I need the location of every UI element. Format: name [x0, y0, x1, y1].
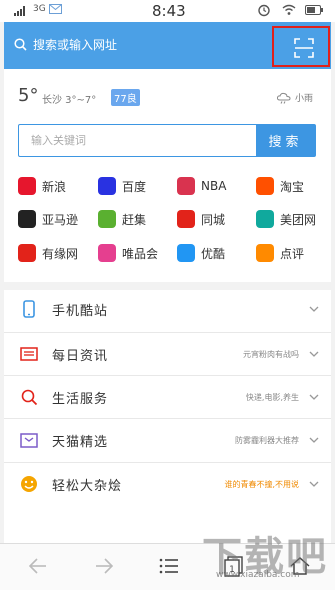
tmall-icon: [20, 433, 38, 448]
feature-row[interactable]: 天猫精选 防雾霾利器大推荐: [4, 421, 331, 459]
site-baidu[interactable]: 百度: [98, 176, 146, 196]
weather-temperature: 5°: [18, 85, 39, 106]
clock-time: 8:43: [152, 2, 186, 20]
menu-icon[interactable]: [157, 554, 181, 578]
amazon-icon: [18, 210, 36, 228]
search-box: 搜索: [18, 124, 316, 157]
site-dianping[interactable]: 点评: [256, 243, 304, 263]
network-type: 3G: [33, 4, 46, 14]
site-label: 淘宝: [280, 179, 305, 194]
feature-row-subtitle: 元宵粉肉有战吗: [243, 349, 299, 359]
weather-city-range: 长沙 3°~7°: [42, 95, 97, 106]
watermark-url: www.xiazaiba.com: [216, 570, 300, 580]
status-bar: 3G 8:43: [0, 0, 335, 22]
chevron-down-icon[interactable]: [309, 435, 319, 445]
feature-row-label: 每日资讯: [52, 348, 109, 364]
baidu-icon: [98, 177, 116, 195]
mail-icon: [49, 4, 62, 14]
scan-icon: [294, 38, 314, 58]
site-label: 有缘网: [42, 246, 79, 261]
nba-icon: [177, 177, 195, 195]
site-label: 赶集: [122, 212, 147, 227]
weather-condition-label: 小雨: [295, 94, 314, 104]
site-label: 新浪: [42, 179, 67, 194]
search-input[interactable]: [19, 125, 257, 156]
site-label: 优酷: [201, 246, 226, 261]
feature-row[interactable]: 每日资讯 元宵粉肉有战吗: [4, 335, 331, 373]
feature-row[interactable]: 生活服务 快递,电影,养生: [4, 378, 331, 416]
back-icon[interactable]: [26, 554, 50, 578]
site-meituan[interactable]: 美团网: [256, 209, 316, 229]
search-button[interactable]: 搜索: [256, 125, 315, 156]
youyuan-icon: [18, 244, 36, 262]
feature-row-label: 天猫精选: [52, 434, 109, 450]
weibo-icon: [18, 177, 36, 195]
address-search[interactable]: 搜索或输入网址: [14, 36, 117, 53]
site-58[interactable]: 同城: [177, 209, 225, 229]
smile-icon: [21, 476, 37, 492]
taobao-icon: [256, 177, 274, 195]
address-placeholder: 搜索或输入网址: [33, 38, 118, 52]
feature-row-label: 手机酷站: [52, 303, 109, 319]
section-divider: [4, 282, 331, 290]
dianping-icon: [256, 244, 274, 262]
site-label: 点评: [280, 246, 305, 261]
scan-button[interactable]: [272, 26, 330, 67]
feature-row-subtitle: 谁的青春不撞,不用说: [224, 479, 299, 489]
site-amazon[interactable]: 亚马逊: [18, 209, 78, 229]
feature-row[interactable]: 手机酷站: [4, 290, 331, 328]
site-label: 亚马逊: [42, 212, 79, 227]
chevron-down-icon[interactable]: [309, 479, 319, 489]
site-weibo[interactable]: 新浪: [18, 176, 66, 196]
forward-icon[interactable]: [92, 554, 116, 578]
phone-icon: [23, 300, 35, 318]
search-icon: [14, 38, 27, 51]
row-divider: [4, 418, 331, 419]
site-ganji[interactable]: 赶集: [98, 209, 146, 229]
feature-row-label: 生活服务: [52, 391, 109, 407]
site-youyuan[interactable]: 有缘网: [18, 243, 78, 263]
youku-icon: [177, 244, 195, 262]
vip-icon: [98, 244, 116, 262]
search-icon: [21, 389, 38, 406]
58-icon: [177, 210, 195, 228]
address-bar[interactable]: 搜索或输入网址: [4, 22, 331, 69]
site-youku[interactable]: 优酷: [177, 243, 225, 263]
site-label: 同城: [201, 212, 226, 227]
site-vip[interactable]: 唯品会: [98, 243, 158, 263]
signal-icon: [14, 6, 28, 16]
watermark: 下载吧 www.xiazaiba.com: [196, 522, 331, 584]
news-icon: [20, 347, 38, 361]
wifi-icon: [282, 4, 296, 15]
row-divider: [4, 462, 331, 463]
site-taobao[interactable]: 淘宝: [256, 176, 304, 196]
row-divider: [4, 332, 331, 333]
cloud-rain-icon: [276, 92, 291, 104]
feature-row-label: 轻松大杂烩: [52, 478, 123, 494]
feature-row-subtitle: 防雾霾利器大推荐: [235, 435, 299, 445]
chevron-down-icon[interactable]: [309, 392, 319, 402]
site-label: 百度: [122, 179, 147, 194]
feature-row[interactable]: 轻松大杂烩 谁的青春不撞,不用说: [4, 465, 331, 503]
feature-row-subtitle: 快递,电影,养生: [245, 392, 299, 402]
weather-condition[interactable]: 小雨: [276, 91, 313, 104]
site-label: 美团网: [280, 212, 317, 227]
aqi-badge: 77良: [111, 89, 140, 106]
battery-icon: [305, 5, 323, 15]
site-label: NBA: [201, 179, 227, 193]
ganji-icon: [98, 210, 116, 228]
chevron-down-icon[interactable]: [309, 304, 319, 314]
site-label: 唯品会: [122, 246, 159, 261]
site-nba[interactable]: NBA: [177, 176, 226, 196]
meituan-icon: [256, 210, 274, 228]
alarm-icon: [258, 4, 270, 17]
chevron-down-icon[interactable]: [309, 349, 319, 359]
row-divider: [4, 375, 331, 376]
